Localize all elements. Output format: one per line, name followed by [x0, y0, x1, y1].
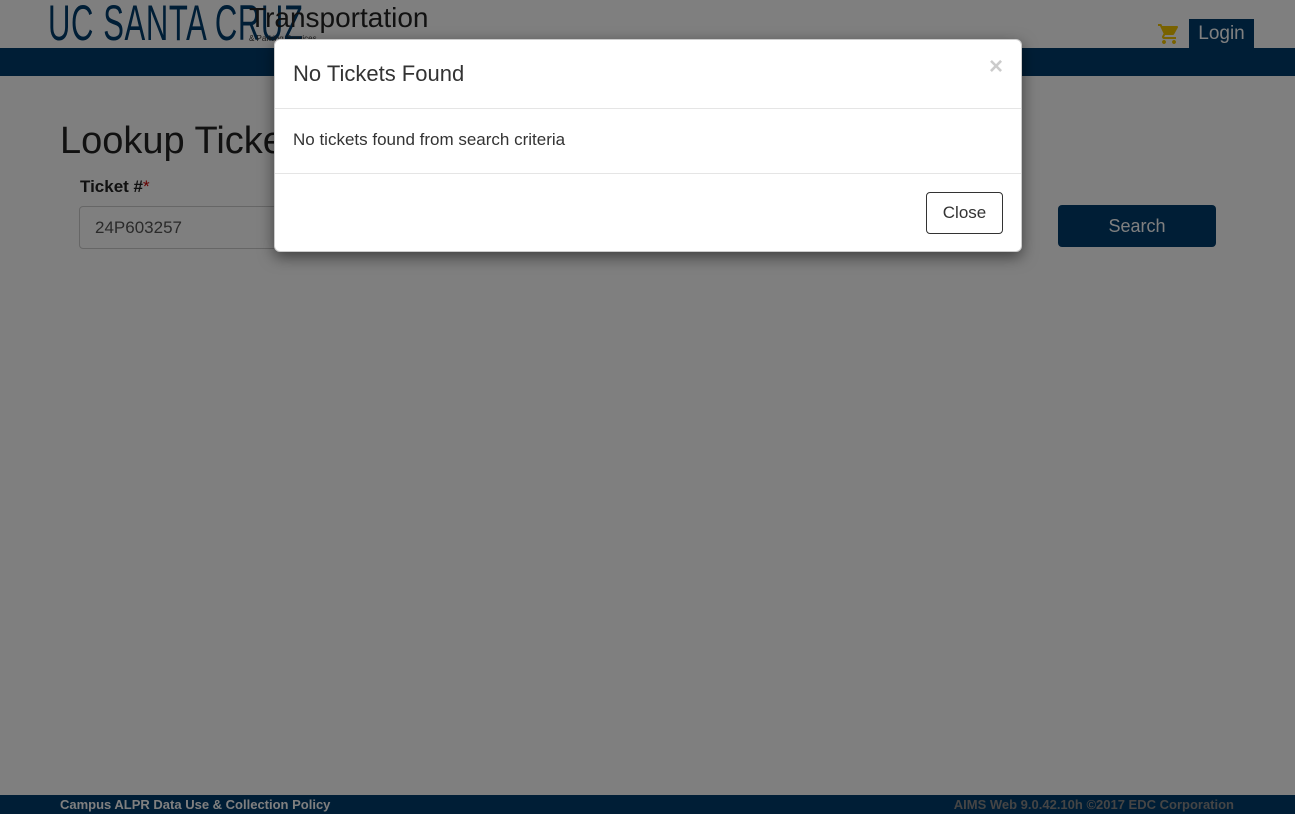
modal-message: No tickets found from search criteria: [293, 130, 566, 149]
modal-header: No Tickets Found ×: [275, 40, 1021, 109]
close-icon[interactable]: ×: [989, 54, 1003, 80]
modal-title: No Tickets Found: [293, 61, 465, 86]
no-tickets-modal: No Tickets Found × No tickets found from…: [274, 39, 1022, 252]
close-button[interactable]: Close: [926, 192, 1003, 234]
modal-footer: Close: [275, 173, 1021, 253]
